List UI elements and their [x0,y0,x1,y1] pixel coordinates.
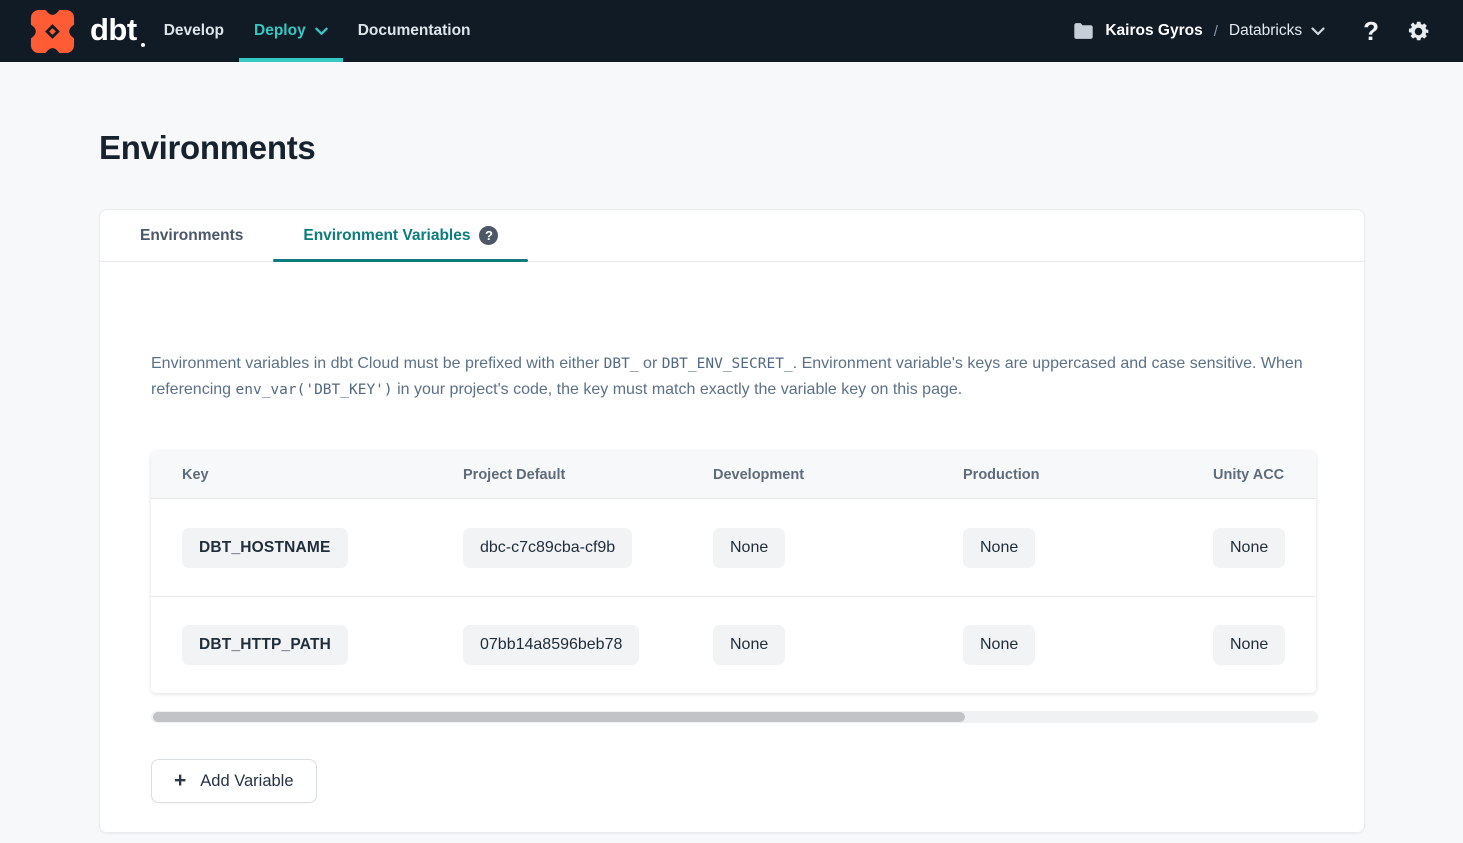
breadcrumb-separator: / [1214,23,1218,40]
cell-development: None [713,528,963,568]
tab-label: Environments [140,227,243,245]
tab-bar: Environments Environment Variables? [100,210,1364,262]
horizontal-scrollbar-track[interactable] [151,711,1318,723]
description-code: env_var('DBT_KEY') [236,382,393,398]
description-text: or [639,355,662,372]
column-header-key: Key [182,467,463,483]
chevron-down-icon[interactable] [1311,27,1325,36]
column-header-development: Development [713,467,963,483]
table-row: DBT_HTTP_PATH 07bb14a8596beb78 None None Non… [151,596,1316,693]
cell-production: None [963,625,1213,665]
nav-item-deploy[interactable]: Deploy [239,0,343,62]
description-code: DBT_ [604,356,639,372]
project-default-value-pill[interactable]: 07bb14a8596beb78 [463,625,639,665]
top-navbar: dbt Develop Deploy Documentation Kairos Gy… [0,0,1463,62]
cell-key: DBT_HTTP_PATH [182,625,463,665]
tab-label: Environment Variables [303,227,470,245]
development-value-pill[interactable]: None [713,625,785,665]
add-variable-label: Add Variable [200,772,293,791]
nav-item-label: Deploy [254,22,306,40]
account-context-selector[interactable]: Databricks [1229,22,1302,40]
page-title: Environments [0,62,1463,166]
env-vars-table: KeyProject DefaultDevelopmentProductionU… [151,451,1316,693]
dbt-logo[interactable]: dbt [0,0,145,62]
project-default-value-pill[interactable]: dbc-c7c89cba-cf9b [463,528,632,568]
variable-key-pill[interactable]: DBT_HTTP_PATH [182,625,348,665]
column-header-production: Production [963,467,1213,483]
cell-key: DBT_HOSTNAME [182,528,463,568]
tab-environments[interactable]: Environments [110,210,273,261]
cell-project-default: dbc-c7c89cba-cf9b [463,528,713,568]
table-row: DBT_HOSTNAME dbc-c7c89cba-cf9b None None Non… [151,499,1316,596]
navbar-items: Develop Deploy Documentation [149,0,486,62]
variable-key-pill[interactable]: DBT_HOSTNAME [182,528,348,568]
tab-content: Environment variables in dbt Cloud must … [100,351,1364,832]
dbt-logo-text: dbt [90,14,137,45]
cell-development: None [713,625,963,665]
cell-unity-acc: None [1213,625,1316,665]
cell-unity-acc: None [1213,528,1316,568]
cell-production: None [963,528,1213,568]
production-value-pill[interactable]: None [963,625,1035,665]
help-circle-icon[interactable]: ? [479,226,498,245]
plus-icon: + [174,770,186,791]
nav-item-label: Documentation [358,22,471,40]
development-value-pill[interactable]: None [713,528,785,568]
description-code: DBT_ENV_SECRET_ [662,356,793,372]
navbar-right: Kairos Gyros / Databricks ? [1073,0,1463,62]
description-text: in your project's code, the key must mat… [393,381,963,398]
gear-icon[interactable] [1406,19,1431,44]
dbt-logo-trademark-dot [141,43,145,47]
env-vars-description: Environment variables in dbt Cloud must … [151,351,1315,403]
add-variable-button[interactable]: + Add Variable [151,759,317,803]
column-header-unity-acc: Unity ACC [1213,467,1316,483]
tab-environment-variables[interactable]: Environment Variables? [273,210,528,261]
horizontal-scrollbar-thumb[interactable] [153,712,965,722]
table-header-row: KeyProject DefaultDevelopmentProductionU… [151,451,1316,499]
chevron-down-icon [315,27,328,36]
unity-acc-value-pill[interactable]: None [1213,625,1285,665]
dbt-logo-icon [28,7,77,56]
help-icon[interactable]: ? [1363,18,1379,44]
folder-icon [1073,22,1094,40]
description-text: Environment variables in dbt Cloud must … [151,355,604,372]
table-body: DBT_HOSTNAME dbc-c7c89cba-cf9b None None Non… [151,499,1316,693]
nav-item-label: Develop [164,22,224,40]
account-project-name[interactable]: Kairos Gyros [1105,22,1202,40]
cell-project-default: 07bb14a8596beb78 [463,625,713,665]
column-header-project-default: Project Default [463,467,713,483]
production-value-pill[interactable]: None [963,528,1035,568]
nav-item-develop[interactable]: Develop [149,0,239,62]
unity-acc-value-pill[interactable]: None [1213,528,1285,568]
nav-item-documentation[interactable]: Documentation [343,0,486,62]
environments-card: Environments Environment Variables? Envir… [99,209,1365,833]
